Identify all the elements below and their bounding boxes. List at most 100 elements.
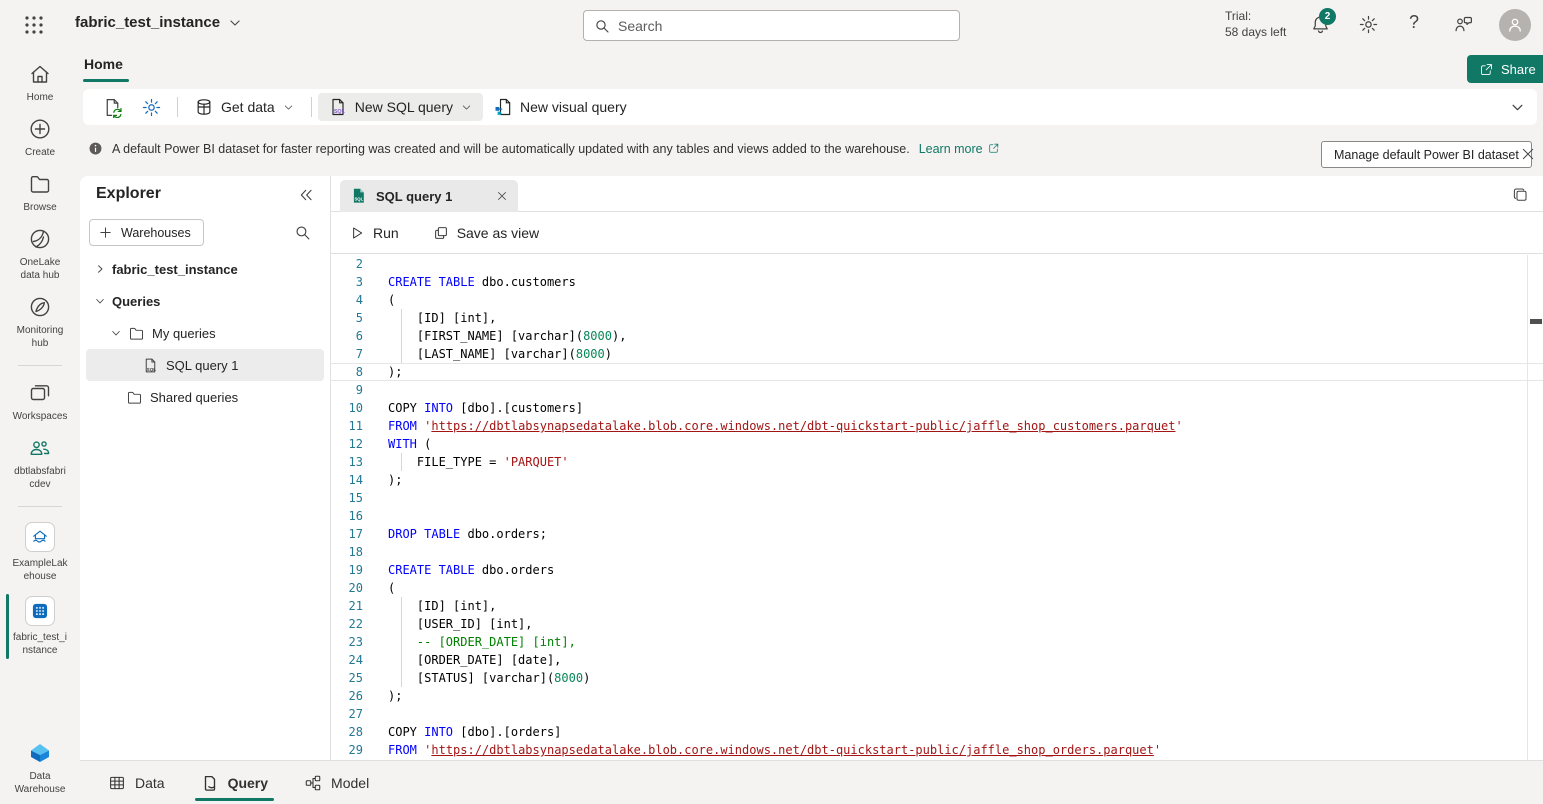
- rail-item-label: Create: [25, 146, 55, 159]
- query-tab[interactable]: SQL SQL query 1: [340, 180, 518, 212]
- code-line-15[interactable]: 15: [331, 489, 1543, 507]
- add-warehouses-button[interactable]: Warehouses: [89, 219, 204, 246]
- tree-item-queries[interactable]: Queries: [80, 285, 330, 317]
- code-line-19[interactable]: 19CREATE TABLE dbo.orders: [331, 561, 1543, 579]
- code-line-17[interactable]: 17DROP TABLE dbo.orders;: [331, 525, 1543, 543]
- chevron-down-icon[interactable]: [110, 327, 122, 339]
- chevron-down-icon[interactable]: [94, 295, 106, 307]
- code-line-8[interactable]: 8);: [331, 363, 1543, 381]
- line-number: 21: [331, 597, 363, 615]
- sql-file-icon: SQL: [328, 97, 348, 117]
- code-line-12[interactable]: 12WITH (: [331, 435, 1543, 453]
- rail-item-fabric-test-instance[interactable]: fabric_test_instance: [2, 596, 78, 657]
- rail-item-create[interactable]: Create: [2, 117, 78, 159]
- line-number: 8: [331, 364, 363, 380]
- code-line-25[interactable]: 25 [STATUS] [varchar](8000): [331, 669, 1543, 687]
- tree-item-fabric-test-instance[interactable]: fabric_test_instance: [80, 253, 330, 285]
- code-line-29[interactable]: 29FROM 'https://dbtlabsynapsedatalake.bl…: [331, 741, 1543, 759]
- code-line-22[interactable]: 22 [USER_ID] [int],: [331, 615, 1543, 633]
- line-number: 3: [331, 273, 363, 291]
- code-line-7[interactable]: 7 [LAST_NAME] [varchar](8000): [331, 345, 1543, 363]
- get-data-button[interactable]: Get data: [184, 93, 305, 121]
- tree-item-sql-query-1[interactable]: SQLSQL query 1: [86, 349, 324, 381]
- editor-scrollbar[interactable]: [1527, 255, 1528, 760]
- code-text: DROP TABLE dbo.orders;: [388, 525, 547, 543]
- new-sql-query-button[interactable]: SQL New SQL query: [318, 93, 483, 121]
- code-text: FROM 'https://dbtlabsynapsedatalake.blob…: [388, 417, 1183, 435]
- chevron-right-icon[interactable]: [94, 263, 106, 275]
- code-line-21[interactable]: 21 [ID] [int],: [331, 597, 1543, 615]
- code-line-23[interactable]: 23 -- [ORDER_DATE] [int],: [331, 633, 1543, 651]
- code-line-4[interactable]: 4(: [331, 291, 1543, 309]
- code-line-3[interactable]: 3 CREATE TABLE dbo.customers: [331, 273, 1543, 291]
- collapse-explorer-icon[interactable]: [298, 187, 314, 203]
- rail-item-dbtlabsfabricdev[interactable]: dbtlabsfabricdev: [2, 436, 78, 491]
- warehouse-settings-icon[interactable]: [141, 97, 162, 118]
- tree-item-shared-queries[interactable]: Shared queries: [80, 381, 330, 413]
- code-line-9[interactable]: 9: [331, 381, 1543, 399]
- rail-item-home[interactable]: Home: [2, 62, 78, 104]
- line-number: 14: [331, 471, 363, 489]
- code-line-26[interactable]: 26);: [331, 687, 1543, 705]
- manage-default-dataset-button[interactable]: Manage default Power BI dataset: [1321, 141, 1532, 168]
- info-banner: A default Power BI dataset for faster re…: [88, 141, 1000, 156]
- collapse-ribbon-chevron-icon[interactable]: [1510, 100, 1525, 115]
- rail-divider: [18, 506, 62, 507]
- workspace-name: fabric_test_instance: [75, 14, 220, 31]
- rail-item-onelake-data-hub[interactable]: OneLakedata hub: [2, 227, 78, 282]
- sql-code-editor[interactable]: 23 CREATE TABLE dbo.customers4(5 [ID] [in…: [331, 255, 1543, 760]
- code-text: [ORDER_DATE] [date],: [388, 651, 561, 669]
- learn-more-link[interactable]: Learn more: [919, 142, 1000, 156]
- code-line-10[interactable]: 10COPY INTO [dbo].[customers]: [331, 399, 1543, 417]
- line-number: 19: [331, 561, 363, 579]
- run-button[interactable]: Run: [349, 225, 399, 241]
- view-tab-query[interactable]: Query: [193, 761, 276, 804]
- settings-gear-icon[interactable]: [1358, 14, 1379, 35]
- code-line-14[interactable]: 14);: [331, 471, 1543, 489]
- rail-item-workspaces[interactable]: Workspaces: [2, 381, 78, 423]
- share-button[interactable]: Share: [1467, 55, 1543, 83]
- code-line-24[interactable]: 24 [ORDER_DATE] [date],: [331, 651, 1543, 669]
- save-view-icon: [433, 225, 449, 241]
- rail-item-label: OneLakedata hub: [20, 256, 61, 282]
- rail-item-monitoring-hub[interactable]: Monitoringhub: [2, 295, 78, 350]
- tree-item-my-queries[interactable]: My queries: [80, 317, 330, 349]
- line-number: 4: [331, 291, 363, 309]
- code-line-16[interactable]: 16: [331, 507, 1543, 525]
- account-avatar[interactable]: [1499, 9, 1531, 41]
- code-line-28[interactable]: 28COPY INTO [dbo].[orders]: [331, 723, 1543, 741]
- line-number: 9: [331, 381, 363, 399]
- rail-item-browse[interactable]: Browse: [2, 172, 78, 214]
- view-tab-data[interactable]: Data: [100, 761, 173, 804]
- explorer-search-icon[interactable]: [294, 224, 311, 241]
- trial-status: Trial: 58 days left: [1225, 8, 1286, 40]
- banner-close-icon[interactable]: [1520, 146, 1536, 162]
- code-line-20[interactable]: 20(: [331, 579, 1543, 597]
- code-text: CREATE TABLE dbo.customers: [388, 273, 576, 291]
- code-line-5[interactable]: 5 [ID] [int],: [331, 309, 1543, 327]
- nav-rail: Home Create Browse OneLakedata hub Monitorin…: [0, 50, 80, 804]
- close-tab-icon[interactable]: [496, 190, 508, 202]
- code-line-27[interactable]: 27: [331, 705, 1543, 723]
- save-as-view-button[interactable]: Save as view: [433, 225, 539, 241]
- copy-icon[interactable]: [1511, 186, 1529, 204]
- code-line-11[interactable]: 11FROM 'https://dbtlabsynapsedatalake.bl…: [331, 417, 1543, 435]
- code-line-2[interactable]: 2: [331, 255, 1543, 273]
- rail-item-examplelakehouse[interactable]: ExampleLakehouse: [2, 522, 78, 583]
- waffle-menu-icon[interactable]: [22, 13, 46, 37]
- new-refresh-doc-icon[interactable]: [102, 97, 123, 118]
- code-line-18[interactable]: 18: [331, 543, 1543, 561]
- view-tab-model[interactable]: Model: [296, 761, 377, 804]
- help-icon[interactable]: ?: [1409, 12, 1419, 33]
- new-visual-query-button[interactable]: New visual query: [483, 93, 637, 121]
- indent-guide: [401, 453, 402, 471]
- workspace-switcher[interactable]: fabric_test_instance: [75, 14, 242, 31]
- code-line-13[interactable]: 13 FILE_TYPE = 'PARQUET': [331, 453, 1543, 471]
- code-line-6[interactable]: 6 [FIRST_NAME] [varchar](8000),: [331, 327, 1543, 345]
- line-number: 15: [331, 489, 363, 507]
- search-input[interactable]: Search: [583, 10, 960, 41]
- indent-guide: [401, 651, 402, 669]
- ribbon-tab-home[interactable]: Home: [84, 56, 123, 72]
- feedback-icon[interactable]: [1453, 14, 1474, 35]
- rail-item-data-warehouse[interactable]: DataWarehouse: [2, 741, 78, 796]
